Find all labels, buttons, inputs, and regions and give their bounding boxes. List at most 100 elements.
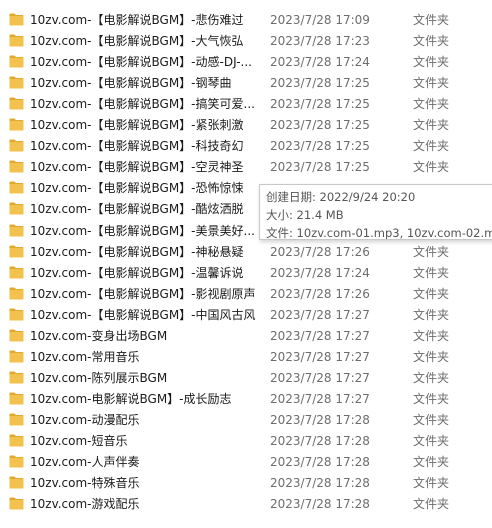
file-name: 10zv.com-电影解说BGM】-成长励志 <box>30 392 232 406</box>
folder-icon <box>9 434 24 447</box>
modified-date: 2023/7/28 17:28 <box>270 434 370 448</box>
modified-date: 2023/7/28 17:24 <box>270 55 370 69</box>
file-type: 文件夹 <box>413 245 450 259</box>
folder-icon <box>9 287 24 300</box>
file-name: 10zv.com-人声伴奏 <box>30 455 140 469</box>
modified-date: 2023/7/28 17:28 <box>270 455 370 469</box>
file-type: 文件夹 <box>413 266 450 280</box>
modified-date: 2023/7/28 17:28 <box>270 497 370 511</box>
file-type: 文件夹 <box>413 434 450 448</box>
list-item[interactable]: 10zv.com-【电影解说BGM】-动感-DJ-... 2023/7/28 17… <box>0 52 492 73</box>
list-item[interactable]: 10zv.com-【电影解说BGM】-紧张刺激 2023/7/28 17:25 文件… <box>0 115 492 136</box>
modified-date: 2023/7/28 17:27 <box>270 371 370 385</box>
modified-date: 2023/7/28 17:09 <box>270 13 370 27</box>
folder-icon <box>9 202 24 215</box>
modified-date: 2023/7/28 17:25 <box>270 118 370 132</box>
file-name: 10zv.com-游戏配乐 <box>30 497 140 511</box>
file-type: 文件夹 <box>413 76 450 90</box>
list-item[interactable]: 10zv.com-【电影解说BGM】-科技奇幻 2023/7/28 17:25 文件… <box>0 136 492 157</box>
list-item[interactable]: 10zv.com-动漫配乐 2023/7/28 17:28 文件夹 <box>0 410 492 431</box>
list-item[interactable]: 10zv.com-常用音乐 2023/7/28 17:27 文件夹 <box>0 347 492 368</box>
list-item[interactable]: 10zv.com-【电影解说BGM】-大气恢弘 2023/7/28 17:23 文件… <box>0 31 492 52</box>
file-name: 10zv.com-常用音乐 <box>30 350 140 364</box>
file-name: 10zv.com-【电影解说BGM】-紧张刺激 <box>30 118 244 132</box>
file-name: 10zv.com-【电影解说BGM】-悲伤难过 <box>30 13 244 27</box>
modified-date: 2023/7/28 17:27 <box>270 392 370 406</box>
file-type: 文件夹 <box>413 371 450 385</box>
list-item[interactable]: 10zv.com-【电影解说BGM】-神秘悬疑 2023/7/28 17:26 文件… <box>0 242 492 263</box>
file-type: 文件夹 <box>413 34 450 48</box>
file-type: 文件夹 <box>413 392 450 406</box>
modified-date: 2023/7/28 17:27 <box>270 308 370 322</box>
folder-icon <box>9 139 24 152</box>
list-item[interactable]: 10zv.com-【电影解说BGM】-搞笑可爱... 2023/7/28 17:2… <box>0 94 492 115</box>
file-name: 10zv.com-特殊音乐 <box>30 476 140 490</box>
folder-icon <box>9 329 24 342</box>
file-name: 10zv.com-【电影解说BGM】-美景美好... <box>30 224 255 238</box>
modified-date: 2023/7/28 17:25 <box>270 97 370 111</box>
modified-date: 2023/7/28 17:25 <box>270 76 370 90</box>
list-item[interactable]: 10zv.com-【电影解说BGM】-空灵神圣 2023/7/28 17:25 文件… <box>0 157 492 178</box>
file-type: 文件夹 <box>413 329 450 343</box>
file-name: 10zv.com-【电影解说BGM】-恐怖惊悚 <box>30 181 244 195</box>
file-name: 10zv.com-【电影解说BGM】-温馨诉说 <box>30 266 244 280</box>
file-list: 10zv.com-【电影解说BGM】-悲伤难过 2023/7/28 17:09 文件… <box>0 0 492 528</box>
file-type: 文件夹 <box>413 350 450 364</box>
file-type: 文件夹 <box>413 413 450 427</box>
list-item[interactable]: 10zv.com-特殊音乐 2023/7/28 17:28 文件夹 <box>0 473 492 494</box>
file-name: 10zv.com-【电影解说BGM】-搞笑可爱... <box>30 97 255 111</box>
folder-icon <box>9 308 24 321</box>
folder-icon <box>9 245 24 258</box>
list-item[interactable]: 10zv.com-短音乐 2023/7/28 17:28 文件夹 <box>0 431 492 452</box>
list-item[interactable]: 10zv.com-陈列展示BGM 2023/7/28 17:27 文件夹 <box>0 368 492 389</box>
list-item[interactable]: 10zv.com-【电影解说BGM】-中国风古风 2023/7/28 17:27 文… <box>0 305 492 326</box>
file-type: 文件夹 <box>413 476 450 490</box>
file-type: 文件夹 <box>413 118 450 132</box>
modified-date: 2023/7/28 17:24 <box>270 266 370 280</box>
list-item[interactable]: 10zv.com-变身出场BGM 2023/7/28 17:27 文件夹 <box>0 326 492 347</box>
folder-icon <box>9 350 24 363</box>
file-name: 10zv.com-短音乐 <box>30 434 128 448</box>
list-item[interactable]: 10zv.com-【电影解说BGM】-影视剧原声 2023/7/28 17:26 文… <box>0 284 492 305</box>
list-item[interactable]: 10zv.com-电影解说BGM】-成长励志 2023/7/28 17:27 文件夹 <box>0 389 492 410</box>
folder-icon <box>9 266 24 279</box>
file-type: 文件夹 <box>413 139 450 153</box>
folder-icon <box>9 497 24 510</box>
folder-icon <box>9 476 24 489</box>
file-name: 10zv.com-【电影解说BGM】-中国风古风 <box>30 308 256 322</box>
tooltip-files: 文件: 10zv.com-01.mp3, 10zv.com-02.mp3 <box>266 226 492 240</box>
folder-icon <box>9 118 24 131</box>
modified-date: 2023/7/28 17:27 <box>270 350 370 364</box>
file-name: 10zv.com-【电影解说BGM】-科技奇幻 <box>30 139 244 153</box>
folder-icon <box>9 224 24 237</box>
list-item[interactable]: 10zv.com-【电影解说BGM】-悲伤难过 2023/7/28 17:09 文件… <box>0 10 492 31</box>
file-name: 10zv.com-【电影解说BGM】-钢琴曲 <box>30 76 232 90</box>
folder-info-tooltip: 创建日期: 2022/9/24 20:20 大小: 21.4 MB 文件: 10… <box>259 184 492 240</box>
file-type: 文件夹 <box>413 13 450 27</box>
list-item[interactable]: 10zv.com-人声伴奏 2023/7/28 17:28 文件夹 <box>0 452 492 473</box>
file-name: 10zv.com-【电影解说BGM】-影视剧原声 <box>30 287 256 301</box>
file-name: 10zv.com-陈列展示BGM <box>30 371 168 385</box>
tooltip-size: 大小: 21.4 MB <box>266 208 344 222</box>
folder-icon <box>9 34 24 47</box>
modified-date: 2023/7/28 17:25 <box>270 160 370 174</box>
folder-icon <box>9 76 24 89</box>
file-name: 10zv.com-【电影解说BGM】-大气恢弘 <box>30 34 244 48</box>
file-type: 文件夹 <box>413 497 450 511</box>
folder-icon <box>9 181 24 194</box>
folder-icon <box>9 455 24 468</box>
list-item[interactable]: 10zv.com-游戏配乐 2023/7/28 17:28 文件夹 <box>0 494 492 515</box>
file-name: 10zv.com-【电影解说BGM】-空灵神圣 <box>30 160 244 174</box>
file-name: 10zv.com-变身出场BGM <box>30 329 168 343</box>
modified-date: 2023/7/28 17:26 <box>270 245 370 259</box>
modified-date: 2023/7/28 17:28 <box>270 413 370 427</box>
folder-icon <box>9 413 24 426</box>
file-type: 文件夹 <box>413 287 450 301</box>
file-type: 文件夹 <box>413 55 450 69</box>
list-item[interactable]: 10zv.com-【电影解说BGM】-温馨诉说 2023/7/28 17:24 文件… <box>0 263 492 284</box>
list-item[interactable]: 10zv.com-【电影解说BGM】-钢琴曲 2023/7/28 17:25 文件夹 <box>0 73 492 94</box>
file-name: 10zv.com-【电影解说BGM】-神秘悬疑 <box>30 245 244 259</box>
file-type: 文件夹 <box>413 308 450 322</box>
folder-icon <box>9 55 24 68</box>
folder-icon <box>9 371 24 384</box>
